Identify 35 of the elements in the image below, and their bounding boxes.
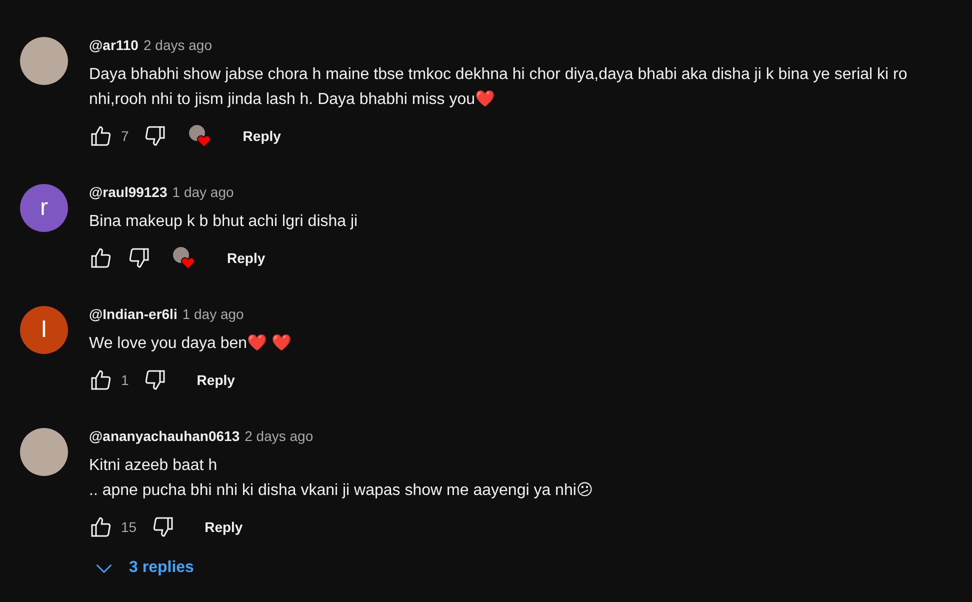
comment-text: We love you daya ben❤ ❤ <box>89 334 292 354</box>
avatar[interactable]: I <box>20 306 68 354</box>
thumbs-down-icon[interactable] <box>150 515 175 539</box>
thumbs-up-icon[interactable] <box>89 124 113 148</box>
avatar[interactable]: r <box>20 184 68 232</box>
timestamp[interactable]: 1 day ago <box>172 184 234 200</box>
thumbs-up-icon[interactable] <box>89 515 113 539</box>
username[interactable]: @ar110 <box>89 37 138 53</box>
comment-text: Kitni azeeb baat h <box>89 456 218 476</box>
thumbs-up-icon[interactable] <box>89 246 113 270</box>
avatar-photo-placeholder[interactable] <box>20 37 68 85</box>
thumbs-down-icon[interactable] <box>127 246 151 270</box>
thumbs-up-icon[interactable] <box>89 368 113 392</box>
avatar-photo-placeholder[interactable] <box>20 428 68 476</box>
chevron-down-icon <box>95 562 113 574</box>
comment-text: Daya bhabhi show jabse chora h maine tbse tmkoc dekhna hi chor diya,daya bhabi aka disha ji k bina ye serial ki ro <box>89 65 908 85</box>
username[interactable]: @raul99123 <box>89 184 168 200</box>
comment-text: nhi,rooh nhi to jism jinda lash h. Daya bhabhi miss you❤ <box>89 90 496 110</box>
reply-button[interactable]: Reply <box>226 120 297 152</box>
like-count: 1 <box>121 372 129 388</box>
comment-text: Bina makeup k b bhut achi lgri disha ji <box>89 212 358 232</box>
timestamp[interactable]: 1 day ago <box>182 306 244 322</box>
reply-button[interactable]: Reply <box>180 364 251 396</box>
reply-button[interactable]: Reply <box>188 511 259 543</box>
replies-toggle[interactable]: 3 replies <box>89 551 200 585</box>
reply-button[interactable]: Reply <box>211 242 282 274</box>
username[interactable]: @ananyachauhan0613 <box>89 428 240 444</box>
username[interactable]: @Indian-er6li <box>89 306 178 322</box>
timestamp[interactable]: 2 days ago <box>244 428 314 444</box>
comment-text: .. apne pucha bhi nhi ki disha vkani ji wapas show me aayengi ya nhi😕 <box>89 481 594 501</box>
thumbs-down-icon[interactable] <box>142 124 167 148</box>
timestamp[interactable]: 2 days ago <box>143 37 212 53</box>
thumbs-down-icon[interactable] <box>142 368 167 392</box>
like-count: 7 <box>121 128 129 144</box>
like-count: 15 <box>121 519 137 535</box>
